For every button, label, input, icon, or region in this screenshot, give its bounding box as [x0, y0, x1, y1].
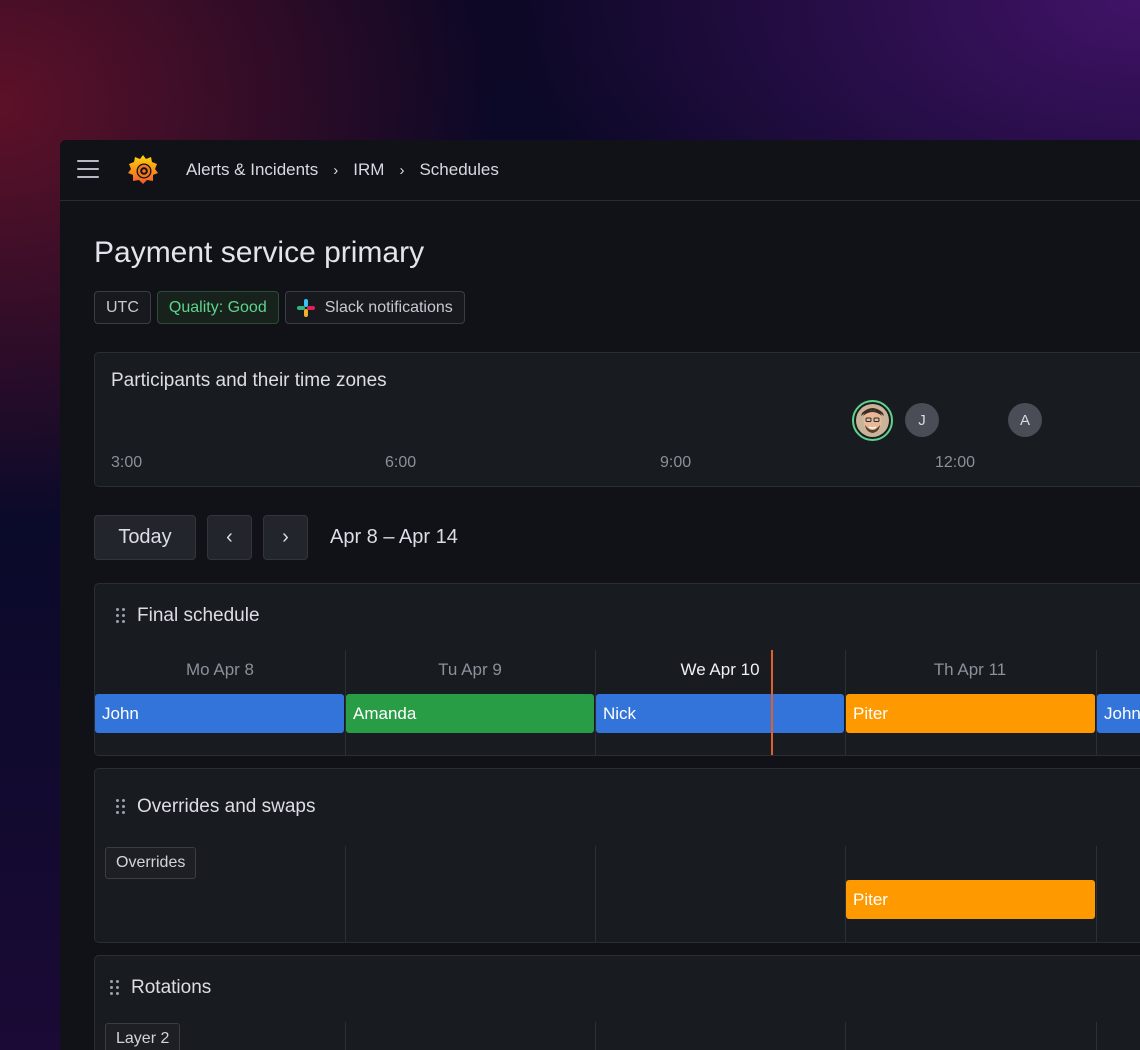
- breadcrumb-schedules[interactable]: Schedules: [419, 160, 498, 180]
- day-divider: [595, 846, 596, 942]
- timezone-tag[interactable]: UTC: [94, 291, 151, 324]
- shift-bar[interactable]: Amanda: [346, 694, 594, 733]
- grafana-logo-icon[interactable]: [126, 153, 160, 187]
- rotations-label: Rotations: [131, 977, 212, 998]
- person-photo-icon: [856, 404, 889, 437]
- slack-tag-label: Slack notifications: [324, 298, 453, 316]
- participant-avatar-a[interactable]: A: [1008, 403, 1042, 437]
- overrides-label: Overrides and swaps: [137, 796, 316, 817]
- shift-bar[interactable]: Piter: [846, 694, 1095, 733]
- breadcrumb-irm[interactable]: IRM: [353, 160, 384, 180]
- day-divider: [595, 1022, 596, 1050]
- drag-handle-icon[interactable]: [109, 979, 121, 995]
- shift-bar[interactable]: Nick: [596, 694, 844, 733]
- app-window: Alerts & Incidents › IRM › Schedules Pay…: [60, 140, 1140, 1050]
- participants-card: Participants and their time zones 3:00 6…: [94, 352, 1140, 487]
- time-label: 6:00: [385, 454, 417, 471]
- next-week-button[interactable]: ›: [263, 515, 308, 560]
- overrides-row-label: Overrides: [105, 847, 197, 879]
- layer-label[interactable]: Layer 2: [105, 1023, 181, 1050]
- day-divider: [345, 1022, 346, 1050]
- breadcrumb: Alerts & Incidents › IRM › Schedules: [186, 160, 499, 180]
- breadcrumb-alerts[interactable]: Alerts & Incidents: [186, 160, 318, 180]
- date-range-label: Apr 8 – Apr 14: [330, 526, 458, 548]
- final-schedule-card: Final schedule Mo Apr 8 Tu Apr 9 We Apr …: [94, 583, 1140, 756]
- overrides-card: Overrides and swaps Overrides Piter: [94, 768, 1140, 943]
- day-header: Mo Apr 8: [185, 660, 255, 679]
- quality-tag[interactable]: Quality: Good: [156, 291, 279, 324]
- participant-photo-avatar[interactable]: [852, 400, 893, 441]
- day-divider: [1096, 846, 1097, 942]
- day-header: Tu Apr 9: [438, 660, 502, 679]
- final-schedule-label: Final schedule: [137, 605, 260, 626]
- overrides-title: Overrides and swaps: [115, 796, 315, 818]
- slack-notifications-tag[interactable]: Slack notifications: [284, 291, 465, 324]
- time-label: 9:00: [660, 454, 692, 471]
- override-shift-bar[interactable]: Piter: [846, 880, 1095, 919]
- rotations-card: Rotations Layer 2: [94, 955, 1140, 1050]
- shift-bar[interactable]: John: [1097, 694, 1140, 733]
- time-label: 12:00: [935, 454, 976, 471]
- schedule-tags: UTC Quality: Good Slack notifications: [94, 291, 465, 324]
- day-header: Th Apr 11: [933, 660, 1007, 679]
- breadcrumb-separator: ›: [399, 161, 405, 179]
- chevron-right-icon: ›: [282, 526, 289, 548]
- current-time-line: [771, 650, 773, 755]
- previous-week-button[interactable]: ‹: [207, 515, 252, 560]
- drag-handle-icon[interactable]: [115, 798, 127, 814]
- menu-icon[interactable]: [77, 160, 99, 180]
- day-divider: [345, 846, 346, 942]
- top-bar: Alerts & Incidents › IRM › Schedules: [60, 140, 1140, 201]
- day-divider: [845, 1022, 846, 1050]
- participants-title: Participants and their time zones: [111, 370, 387, 391]
- today-button[interactable]: Today: [94, 515, 196, 560]
- shift-bar[interactable]: John: [95, 694, 344, 733]
- time-label: 3:00: [111, 454, 143, 471]
- chevron-left-icon: ‹: [226, 526, 233, 548]
- rotations-title: Rotations: [109, 977, 211, 999]
- drag-handle-icon[interactable]: [115, 607, 127, 623]
- day-header-today: We Apr 10: [680, 660, 760, 679]
- page-title: Payment service primary: [94, 236, 425, 269]
- slack-icon: [296, 298, 315, 317]
- final-schedule-title: Final schedule: [115, 605, 260, 627]
- participant-avatar-j[interactable]: J: [905, 403, 939, 437]
- day-divider: [1096, 1022, 1097, 1050]
- breadcrumb-separator: ›: [333, 161, 339, 179]
